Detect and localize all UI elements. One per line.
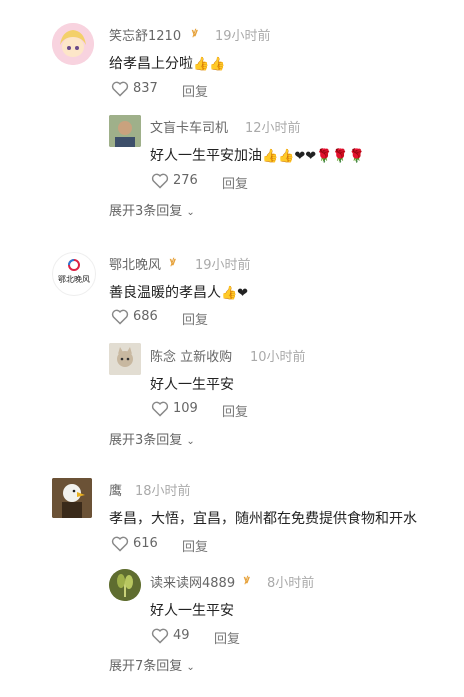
chevron-down-icon: ⌄ — [186, 436, 195, 447]
reply-like-button[interactable] — [151, 628, 169, 644]
comment-body: 孝昌，大悟，宜昌，随州都在免费提供食物和开水 — [109, 511, 417, 527]
comment-text: 孝昌，大悟，宜昌，随州都在免费提供食物和开水 — [109, 508, 417, 528]
like-count: 616 — [133, 536, 158, 551]
reply-button[interactable]: 回复 — [182, 81, 208, 100]
like-button[interactable] — [111, 81, 129, 97]
chevron-down-icon: ⌄ — [186, 662, 195, 673]
expand-replies-button[interactable]: 展开7条回复 ⌄ — [109, 655, 195, 674]
anime-avatar-icon — [52, 23, 94, 65]
avatar[interactable] — [52, 23, 94, 65]
reply-text: 好人一生平安 — [150, 374, 234, 394]
heart-icon — [151, 173, 169, 189]
reply-avatar[interactable] — [109, 569, 141, 601]
username[interactable]: 笑忘舒1210 — [109, 25, 181, 44]
comment-emoji: 👍❤ — [221, 286, 249, 301]
reply-emoji: 👍👍❤❤🌹🌹🌹 — [262, 149, 365, 164]
comment-body: 给孝昌上分啦 — [109, 56, 193, 72]
heart-icon — [111, 309, 129, 325]
reply-like-count: 276 — [173, 173, 198, 188]
cat-photo-icon — [109, 343, 141, 375]
timestamp: 19小时前 — [195, 258, 251, 273]
timestamp: 19小时前 — [215, 29, 271, 44]
reply-like-button[interactable] — [151, 401, 169, 417]
heart-icon — [111, 536, 129, 552]
comment-text: 善良温暖的孝昌人👍❤ — [109, 282, 248, 302]
expand-label: 展开3条回复 — [109, 433, 183, 448]
reply-body: 好人一生平安 — [150, 377, 234, 393]
timestamp: 18小时前 — [135, 484, 191, 499]
reply-body: 好人一生平安 — [150, 603, 234, 619]
reply-timestamp: 8小时前 — [267, 576, 315, 591]
reply-body: 好人一生平安加油 — [150, 148, 262, 164]
like-count: 686 — [133, 309, 158, 324]
verified-badge-icon: ꝟ — [170, 255, 176, 268]
expand-label: 展开3条回复 — [109, 204, 183, 219]
reply-reply-button[interactable]: 回复 — [222, 173, 248, 192]
expand-label: 展开7条回复 — [109, 659, 183, 674]
verified-badge-icon: ꝟ — [244, 573, 250, 586]
avatar[interactable]: 鄂北晚风 — [52, 252, 96, 296]
chevron-down-icon: ⌄ — [186, 207, 195, 218]
like-button[interactable] — [111, 309, 129, 325]
reply-timestamp: 12小时前 — [245, 121, 301, 136]
plant-photo-icon — [109, 569, 141, 601]
reply-reply-button[interactable]: 回复 — [214, 628, 240, 647]
reply-username[interactable]: 文盲卡车司机 — [150, 117, 228, 136]
reply-avatar[interactable] — [109, 343, 141, 375]
person-photo-icon — [109, 115, 141, 147]
reply-text: 好人一生平安加油👍👍❤❤🌹🌹🌹 — [150, 145, 365, 165]
heart-icon — [111, 81, 129, 97]
news-logo-icon: 鄂北晚风 — [58, 259, 90, 284]
username[interactable]: 鹰 — [109, 480, 122, 499]
verified-badge-icon: ꝟ — [192, 26, 198, 39]
reply-text: 好人一生平安 — [150, 600, 234, 620]
reply-username[interactable]: 陈念 立新收购 — [150, 346, 232, 365]
expand-replies-button[interactable]: 展开3条回复 ⌄ — [109, 429, 195, 448]
reply-avatar[interactable] — [109, 115, 141, 147]
reply-like-button[interactable] — [151, 173, 169, 189]
comment-emoji: 👍👍 — [193, 57, 226, 72]
reply-timestamp: 10小时前 — [250, 350, 306, 365]
username[interactable]: 鄂北晚风 — [109, 254, 161, 273]
reply-button[interactable]: 回复 — [182, 309, 208, 328]
reply-like-count: 109 — [173, 401, 198, 416]
expand-replies-button[interactable]: 展开3条回复 ⌄ — [109, 200, 195, 219]
comment-text: 给孝昌上分啦👍👍 — [109, 53, 225, 73]
reply-reply-button[interactable]: 回复 — [222, 401, 248, 420]
eagle-photo-icon — [52, 478, 92, 518]
like-button[interactable] — [111, 536, 129, 552]
heart-icon — [151, 401, 169, 417]
logo-text: 鄂北晚风 — [58, 274, 90, 284]
reply-button[interactable]: 回复 — [182, 536, 208, 555]
like-count: 837 — [133, 81, 158, 96]
comment-body: 善良温暖的孝昌人 — [109, 285, 221, 301]
reply-username[interactable]: 读来读网4889 — [150, 572, 235, 591]
avatar[interactable] — [52, 478, 92, 518]
heart-icon — [151, 628, 169, 644]
reply-like-count: 49 — [173, 628, 190, 643]
